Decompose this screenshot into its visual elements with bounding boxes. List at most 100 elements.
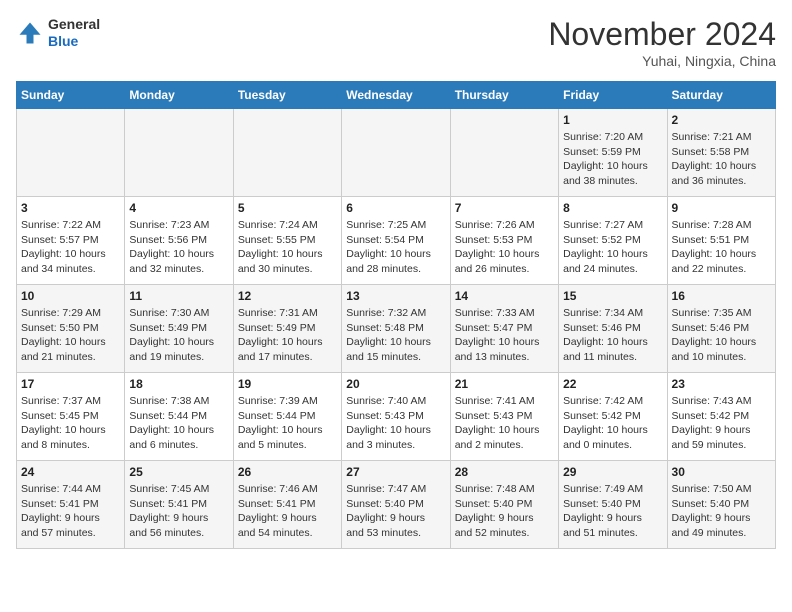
day-info: Sunrise: 7:43 AM Sunset: 5:42 PM Dayligh… (672, 394, 771, 453)
day-number: 2 (672, 113, 771, 127)
calendar-cell (17, 109, 125, 197)
calendar-week-3: 10 Sunrise: 7:29 AM Sunset: 5:50 PM Dayli… (17, 285, 776, 373)
calendar-cell: 14 Sunrise: 7:33 AM Sunset: 5:47 PM Dayli… (450, 285, 558, 373)
calendar-cell: 13Sunrise: 7:32 AM Sunset: 5:48 PM Dayli… (342, 285, 450, 373)
calendar-cell: 2Sunrise: 7:21 AM Sunset: 5:58 PM Daylig… (667, 109, 775, 197)
day-number: 12 (238, 289, 337, 303)
column-header-tuesday: Tuesday (233, 82, 341, 109)
day-number: 21 (455, 377, 554, 391)
day-info: Sunrise: 7:30 AM Sunset: 5:49 PM Dayligh… (129, 306, 228, 365)
calendar-cell: 4 Sunrise: 7:23 AM Sunset: 5:56 PM Daylig… (125, 197, 233, 285)
day-number: 25 (129, 465, 228, 479)
day-number: 6 (346, 201, 445, 215)
day-number: 4 (129, 201, 228, 215)
calendar-cell: 17 Sunrise: 7:37 AM Sunset: 5:45 PM Dayli… (17, 373, 125, 461)
day-number: 11 (129, 289, 228, 303)
day-info: Sunrise: 7:38 AM Sunset: 5:44 PM Dayligh… (129, 394, 228, 453)
day-number: 26 (238, 465, 337, 479)
calendar-cell: 20 Sunrise: 7:40 AM Sunset: 5:43 PM Dayli… (342, 373, 450, 461)
day-number: 24 (21, 465, 120, 479)
calendar-cell: 29 Sunrise: 7:49 AM Sunset: 5:40 PM Dayli… (559, 461, 667, 549)
day-info: Sunrise: 7:29 AM Sunset: 5:50 PM Dayligh… (21, 306, 120, 365)
calendar-cell: 16 Sunrise: 7:35 AM Sunset: 5:46 PM Dayli… (667, 285, 775, 373)
day-info: Sunrise: 7:20 AM Sunset: 5:59 PM Dayligh… (563, 130, 662, 189)
day-info: Sunrise: 7:46 AM Sunset: 5:41 PM Dayligh… (238, 482, 337, 541)
day-number: 28 (455, 465, 554, 479)
day-number: 19 (238, 377, 337, 391)
day-info: Sunrise: 7:28 AM Sunset: 5:51 PM Dayligh… (672, 218, 771, 277)
day-number: 14 (455, 289, 554, 303)
day-info: Sunrise: 7:24 AM Sunset: 5:55 PM Dayligh… (238, 218, 337, 277)
column-header-saturday: Saturday (667, 82, 775, 109)
calendar-cell: 30Sunrise: 7:50 AM Sunset: 5:40 PM Dayli… (667, 461, 775, 549)
day-info: Sunrise: 7:39 AM Sunset: 5:44 PM Dayligh… (238, 394, 337, 453)
calendar-cell: 7Sunrise: 7:26 AM Sunset: 5:53 PM Daylig… (450, 197, 558, 285)
calendar-cell (342, 109, 450, 197)
day-info: Sunrise: 7:40 AM Sunset: 5:43 PM Dayligh… (346, 394, 445, 453)
day-info: Sunrise: 7:42 AM Sunset: 5:42 PM Dayligh… (563, 394, 662, 453)
calendar-cell: 27Sunrise: 7:47 AM Sunset: 5:40 PM Dayli… (342, 461, 450, 549)
day-info: Sunrise: 7:49 AM Sunset: 5:40 PM Dayligh… (563, 482, 662, 541)
calendar-cell: 23Sunrise: 7:43 AM Sunset: 5:42 PM Dayli… (667, 373, 775, 461)
calendar-cell: 26 Sunrise: 7:46 AM Sunset: 5:41 PM Dayli… (233, 461, 341, 549)
day-number: 20 (346, 377, 445, 391)
day-number: 15 (563, 289, 662, 303)
day-info: Sunrise: 7:45 AM Sunset: 5:41 PM Dayligh… (129, 482, 228, 541)
logo-icon (16, 19, 44, 47)
day-info: Sunrise: 7:48 AM Sunset: 5:40 PM Dayligh… (455, 482, 554, 541)
calendar-week-5: 24 Sunrise: 7:44 AM Sunset: 5:41 PM Dayli… (17, 461, 776, 549)
day-info: Sunrise: 7:34 AM Sunset: 5:46 PM Dayligh… (563, 306, 662, 365)
calendar-cell: 18 Sunrise: 7:38 AM Sunset: 5:44 PM Dayli… (125, 373, 233, 461)
calendar-cell: 9Sunrise: 7:28 AM Sunset: 5:51 PM Daylig… (667, 197, 775, 285)
calendar-cell: 6Sunrise: 7:25 AM Sunset: 5:54 PM Daylig… (342, 197, 450, 285)
day-number: 1 (563, 113, 662, 127)
calendar-cell: 1 Sunrise: 7:20 AM Sunset: 5:59 PM Daylig… (559, 109, 667, 197)
calendar-header-row: SundayMondayTuesdayWednesdayThursdayFrid… (17, 82, 776, 109)
calendar-cell (125, 109, 233, 197)
day-info: Sunrise: 7:26 AM Sunset: 5:53 PM Dayligh… (455, 218, 554, 277)
column-header-thursday: Thursday (450, 82, 558, 109)
day-info: Sunrise: 7:33 AM Sunset: 5:47 PM Dayligh… (455, 306, 554, 365)
day-number: 29 (563, 465, 662, 479)
day-info: Sunrise: 7:47 AM Sunset: 5:40 PM Dayligh… (346, 482, 445, 541)
day-number: 3 (21, 201, 120, 215)
day-info: Sunrise: 7:35 AM Sunset: 5:46 PM Dayligh… (672, 306, 771, 365)
day-number: 5 (238, 201, 337, 215)
calendar-cell: 11 Sunrise: 7:30 AM Sunset: 5:49 PM Dayli… (125, 285, 233, 373)
day-number: 13 (346, 289, 445, 303)
month-title: November 2024 (548, 16, 776, 53)
column-header-sunday: Sunday (17, 82, 125, 109)
calendar-cell: 19 Sunrise: 7:39 AM Sunset: 5:44 PM Dayli… (233, 373, 341, 461)
day-number: 18 (129, 377, 228, 391)
day-info: Sunrise: 7:31 AM Sunset: 5:49 PM Dayligh… (238, 306, 337, 365)
day-number: 17 (21, 377, 120, 391)
day-number: 16 (672, 289, 771, 303)
page-header: General Blue November 2024 Yuhai, Ningxi… (16, 16, 776, 69)
day-info: Sunrise: 7:27 AM Sunset: 5:52 PM Dayligh… (563, 218, 662, 277)
column-header-friday: Friday (559, 82, 667, 109)
day-info: Sunrise: 7:44 AM Sunset: 5:41 PM Dayligh… (21, 482, 120, 541)
day-number: 10 (21, 289, 120, 303)
calendar-cell (450, 109, 558, 197)
logo-text: General Blue (48, 16, 100, 50)
calendar-cell: 28 Sunrise: 7:48 AM Sunset: 5:40 PM Dayli… (450, 461, 558, 549)
calendar-cell: 22Sunrise: 7:42 AM Sunset: 5:42 PM Dayli… (559, 373, 667, 461)
day-info: Sunrise: 7:37 AM Sunset: 5:45 PM Dayligh… (21, 394, 120, 453)
calendar-cell (233, 109, 341, 197)
calendar-cell: 3Sunrise: 7:22 AM Sunset: 5:57 PM Daylig… (17, 197, 125, 285)
calendar-cell: 12 Sunrise: 7:31 AM Sunset: 5:49 PM Dayli… (233, 285, 341, 373)
location: Yuhai, Ningxia, China (548, 53, 776, 69)
month-info: November 2024 Yuhai, Ningxia, China (548, 16, 776, 69)
calendar-week-2: 3Sunrise: 7:22 AM Sunset: 5:57 PM Daylig… (17, 197, 776, 285)
calendar-cell: 15 Sunrise: 7:34 AM Sunset: 5:46 PM Dayli… (559, 285, 667, 373)
calendar-cell: 21Sunrise: 7:41 AM Sunset: 5:43 PM Dayli… (450, 373, 558, 461)
calendar-cell: 8 Sunrise: 7:27 AM Sunset: 5:52 PM Daylig… (559, 197, 667, 285)
logo: General Blue (16, 16, 100, 50)
calendar-week-1: 1 Sunrise: 7:20 AM Sunset: 5:59 PM Daylig… (17, 109, 776, 197)
day-number: 8 (563, 201, 662, 215)
column-header-wednesday: Wednesday (342, 82, 450, 109)
day-info: Sunrise: 7:23 AM Sunset: 5:56 PM Dayligh… (129, 218, 228, 277)
day-info: Sunrise: 7:50 AM Sunset: 5:40 PM Dayligh… (672, 482, 771, 541)
calendar-cell: 24 Sunrise: 7:44 AM Sunset: 5:41 PM Dayli… (17, 461, 125, 549)
calendar-cell: 10 Sunrise: 7:29 AM Sunset: 5:50 PM Dayli… (17, 285, 125, 373)
